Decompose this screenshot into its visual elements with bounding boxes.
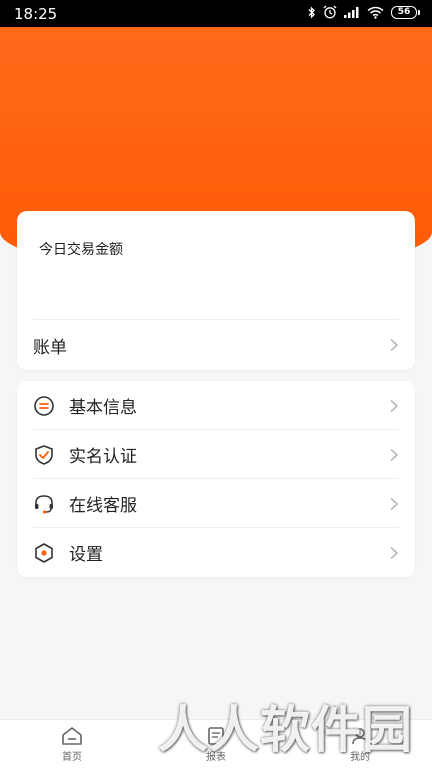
bluetooth-icon <box>308 5 315 19</box>
headset-icon <box>33 493 55 515</box>
shield-check-icon <box>33 444 55 466</box>
chevron-right-icon <box>390 497 399 510</box>
today-amount-label: 今日交易金额 <box>39 242 123 258</box>
chevron-right-icon <box>390 338 399 352</box>
menu-card: 基本信息 实名认证 在线客服 设置 <box>17 381 415 577</box>
menu-item-online-service[interactable]: 在线客服 <box>17 479 415 528</box>
chevron-right-icon <box>390 399 399 412</box>
menu-item-label: 实名认证 <box>69 447 137 467</box>
alarm-icon <box>323 5 337 19</box>
menu-item-basic-info[interactable]: 基本信息 <box>17 381 415 430</box>
chevron-right-icon <box>390 546 399 559</box>
status-time: 18:25 <box>14 5 58 23</box>
status-icons: 56 <box>308 5 420 19</box>
summary-card: 今日交易金额 账单 <box>17 211 415 370</box>
menu-item-label: 设置 <box>69 545 103 565</box>
tab-label: 首页 <box>62 751 82 763</box>
chevron-right-icon <box>390 448 399 461</box>
tab-home[interactable]: 首页 <box>0 720 144 768</box>
battery-icon: 56 <box>391 5 420 19</box>
settings-hex-icon <box>33 542 55 564</box>
menu-item-label: 基本信息 <box>69 398 137 418</box>
divider <box>33 319 399 320</box>
home-icon <box>62 726 82 745</box>
status-bar: 18:25 56 <box>0 0 432 27</box>
menu-item-real-name[interactable]: 实名认证 <box>17 430 415 479</box>
battery-level: 56 <box>391 5 417 19</box>
watermark: 人人软件园 <box>158 701 413 759</box>
wifi-icon <box>367 6 384 19</box>
signal-icon <box>344 7 359 18</box>
bill-label: 账单 <box>33 337 67 358</box>
info-icon <box>33 395 55 417</box>
menu-item-label: 在线客服 <box>69 496 137 516</box>
bill-row[interactable]: 账单 <box>17 321 415 369</box>
menu-item-settings[interactable]: 设置 <box>17 528 415 577</box>
